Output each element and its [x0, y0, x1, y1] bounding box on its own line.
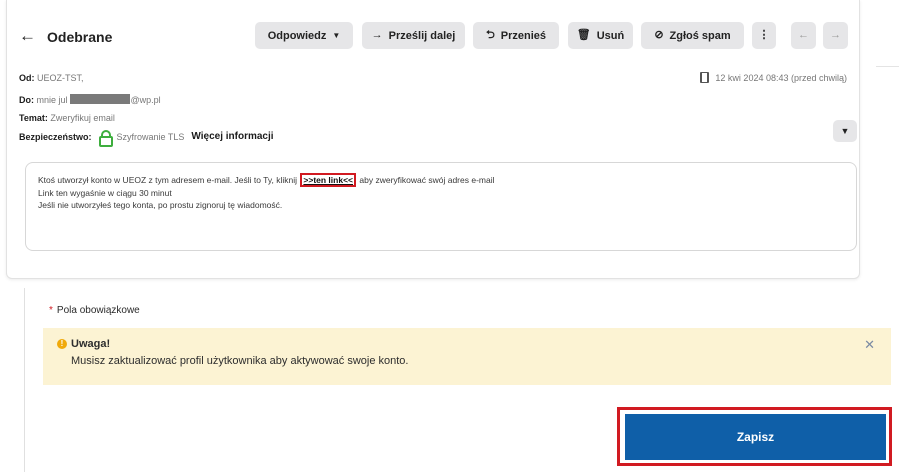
alert-title-row: ! Uwaga! [57, 338, 877, 350]
forward-button[interactable]: → Prześlij dalej [362, 22, 465, 49]
arrow-right-icon: → [371, 29, 383, 41]
trash-icon: 🗑 [576, 29, 591, 41]
subject-label: Temat: [19, 113, 48, 123]
from-row: Od: UEOZ-TST, [19, 73, 84, 83]
email-view: ← Odebrane Odpowiedz ▼ → Prześlij dalej … [6, 0, 860, 279]
reply-button[interactable]: Odpowiedz ▼ [255, 22, 353, 49]
move-folder-icon: ⮌ [485, 29, 495, 41]
more-info-link[interactable]: Więcej informacji [191, 131, 273, 142]
from-value: UEOZ-TST, [37, 73, 84, 83]
required-fields-note: * Pola obowiązkowe [49, 305, 140, 316]
to-value-suffix: @wp.pl [130, 95, 161, 105]
report-spam-button[interactable]: ⊘ Zgłoś spam [641, 22, 744, 49]
message-date: 12 kwi 2024 08:43 (przed chwilą) [700, 72, 847, 83]
divider [876, 66, 899, 67]
report-spam-label: Zgłoś spam [669, 29, 731, 42]
body-line-3: Jeśli nie utworzyłeś tego konta, po pros… [38, 200, 283, 211]
delete-button[interactable]: 🗑 Usuń [568, 22, 633, 49]
from-label: Od: [19, 73, 35, 83]
required-star: * [49, 305, 53, 316]
verify-link[interactable]: >>ten link<< [300, 173, 357, 187]
back-arrow-icon[interactable]: ← [19, 26, 36, 46]
chevron-down-icon: ▼ [840, 126, 850, 136]
arrow-right-icon: → [830, 29, 841, 41]
security-label: Bezpieczeństwo: [19, 131, 92, 142]
alert-message: Musisz zaktualizować profil użytkownika … [71, 355, 409, 367]
save-button[interactable]: Zapisz [625, 414, 886, 460]
warning-alert: ! Uwaga! Musisz zaktualizować profil uży… [43, 328, 891, 385]
reply-label: Odpowiedz [267, 29, 327, 42]
alert-title: Uwaga! [71, 338, 111, 350]
body-line-1: Ktoś utworzył konto w UEOZ z tym adresem… [38, 173, 844, 187]
to-value-prefix: mnie jul [36, 95, 68, 105]
message-body: Ktoś utworzył konto w UEOZ z tym adresem… [25, 162, 857, 251]
warning-icon: ! [57, 339, 67, 349]
move-button[interactable]: ⮌ Przenieś [473, 22, 559, 49]
previous-message-button[interactable]: ← [791, 22, 816, 49]
close-icon[interactable]: ✕ [864, 337, 875, 353]
forward-label: Prześlij dalej [388, 29, 456, 42]
to-row: Do: mnie jul @wp.pl [19, 94, 161, 105]
redacted-block [69, 94, 130, 104]
date-text: 12 kwi 2024 08:43 (przed chwilą) [715, 72, 847, 83]
delete-label: Usuń [596, 29, 625, 42]
more-vertical-icon: ⋮ [758, 29, 770, 41]
flag-icon[interactable] [700, 72, 710, 83]
security-row: Bezpieczeństwo: Szyfrowanie TLS Więcej i… [19, 130, 274, 147]
subject-row: Temat: Zweryfikuj email [19, 113, 115, 123]
lock-icon [98, 130, 113, 147]
divider [24, 288, 25, 472]
move-label: Przenieś [500, 29, 547, 42]
to-label: Do: [19, 95, 34, 105]
subject-value: Zweryfikuj email [50, 113, 115, 123]
security-value: Szyfrowanie TLS [116, 131, 185, 142]
more-options-button[interactable]: ⋮ [752, 22, 776, 49]
expand-details-button[interactable]: ▼ [833, 120, 857, 142]
body-text-before-link: Ktoś utworzył konto w UEOZ z tym adresem… [38, 175, 298, 185]
chevron-down-icon: ▼ [332, 30, 341, 40]
body-line-2: Link ten wygaśnie w ciągu 30 minut [38, 188, 172, 198]
next-message-button[interactable]: → [823, 22, 848, 49]
block-icon: ⊘ [654, 29, 664, 41]
body-text-after-link: aby zweryfikować swój adres e-mail [359, 175, 495, 185]
required-note-text: Pola obowiązkowe [56, 305, 140, 316]
folder-title: Odebrane [47, 29, 113, 45]
arrow-left-icon: ← [798, 29, 809, 41]
